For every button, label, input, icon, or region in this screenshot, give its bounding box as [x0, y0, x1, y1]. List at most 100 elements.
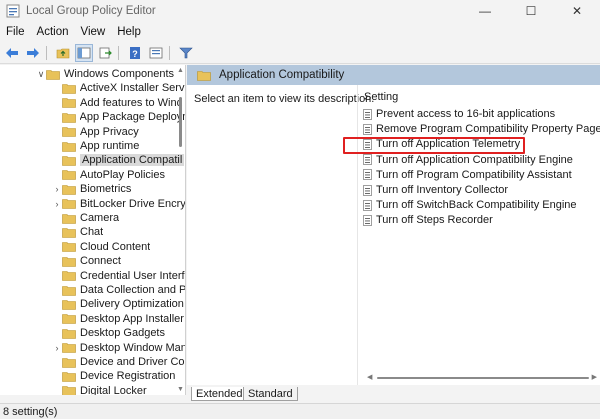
tree-item-label: App runtime: [80, 140, 140, 152]
help-button[interactable]: ?: [126, 44, 144, 62]
tree-item-label: Cloud Content: [80, 240, 151, 253]
group-policy-editor-window: Local Group Policy Editor — ☐ ✕ File Act…: [0, 0, 600, 419]
scroll-right-arrow-icon[interactable]: ▶: [592, 373, 597, 381]
setting-row[interactable]: Remove Program Compatibility Property Pa…: [363, 122, 600, 136]
setting-row[interactable]: Turn off Application Telemetry: [363, 137, 520, 151]
minimize-button[interactable]: —: [462, 0, 508, 22]
policy-setting-icon: [363, 154, 372, 165]
menu-view[interactable]: View: [75, 26, 112, 38]
tab-standard[interactable]: Standard: [243, 387, 298, 401]
expand-chevron-icon[interactable]: ›: [52, 182, 62, 196]
export-list-button[interactable]: [96, 44, 114, 62]
setting-row[interactable]: Turn off Application Compatibility Engin…: [363, 153, 573, 167]
maximize-button[interactable]: ☐: [508, 0, 554, 22]
setting-column-header[interactable]: Setting: [364, 91, 398, 103]
setting-label: Turn off Steps Recorder: [376, 214, 493, 227]
tree-item[interactable]: AutoPlay Policies: [0, 168, 185, 182]
setting-label: Turn off Inventory Collector: [376, 184, 509, 196]
tree-item[interactable]: › BitLocker Drive Encry: [0, 197, 186, 211]
scroll-down-arrow-icon[interactable]: ▼: [177, 386, 184, 393]
properties-icon: [149, 47, 163, 58]
close-button[interactable]: ✕: [554, 0, 600, 22]
tree-item[interactable]: ∨ Windows Components: [0, 67, 185, 81]
tree-item[interactable]: ActiveX Installer Servi: [0, 81, 185, 95]
toolbar-separator: [169, 45, 170, 60]
tree-item[interactable]: Credential User Interf: [0, 269, 185, 283]
tree-item[interactable]: App Package Deploym: [0, 110, 185, 124]
tree-scrollbar[interactable]: ▲ ▼: [177, 67, 184, 393]
svg-text:?: ?: [132, 49, 138, 59]
tree-item-label: Data Collection and P: [79, 284, 186, 296]
properties-button[interactable]: [147, 44, 165, 62]
folder-icon: [62, 285, 76, 296]
menu-action[interactable]: Action: [31, 26, 75, 38]
filter-icon: [179, 47, 193, 58]
tree-item-label: Delivery Optimization: [80, 298, 184, 311]
details-horizontal-scrollbar[interactable]: ◀ ▶: [367, 373, 597, 381]
tab-extended[interactable]: Extended: [191, 387, 248, 401]
pane-divider: [357, 85, 358, 385]
back-arrow-icon: [6, 47, 18, 58]
expand-chevron-icon[interactable]: ∨: [36, 67, 46, 81]
scroll-up-arrow-icon[interactable]: ▲: [177, 67, 184, 74]
folder-icon: [62, 357, 76, 368]
tree-item[interactable]: Desktop App Installer: [0, 312, 185, 326]
menu-file[interactable]: File: [0, 26, 31, 38]
policy-setting-icon: [363, 184, 372, 196]
tree-item[interactable]: Chat: [0, 225, 185, 239]
tree-item-label: App Privacy: [80, 125, 139, 138]
tree-item-label: Add features to Wind: [80, 96, 183, 109]
tree-item[interactable]: App runtime: [0, 139, 185, 153]
up-folder-icon: [56, 48, 70, 58]
tree-item[interactable]: Device Registration: [0, 369, 185, 383]
tree-item[interactable]: Data Collection and P: [0, 283, 186, 297]
setting-row[interactable]: Turn off SwitchBack Compatibility Engine: [363, 198, 577, 212]
tree-item[interactable]: Application Compatil: [0, 153, 185, 167]
scroll-left-arrow-icon[interactable]: ◀: [367, 373, 372, 381]
setting-row[interactable]: Turn off Inventory Collector: [363, 183, 508, 197]
menu-help[interactable]: Help: [111, 26, 147, 38]
tree-item[interactable]: › Biometrics: [0, 182, 185, 196]
folder-icon: [62, 199, 76, 209]
filter-button[interactable]: [177, 44, 195, 62]
tree-item-label: Desktop Gadgets: [80, 327, 165, 340]
folder-icon: [62, 300, 76, 310]
horizontal-scrollbar-thumb[interactable]: [377, 377, 589, 379]
tree-item[interactable]: Delivery Optimization: [0, 297, 185, 311]
show-hide-tree-button[interactable]: [75, 43, 93, 62]
policy-setting-icon: [363, 199, 372, 211]
policy-setting-icon: [363, 123, 372, 135]
tree-item[interactable]: Add features to Wind: [0, 96, 185, 110]
folder-icon: [62, 271, 76, 281]
tree-item[interactable]: Cloud Content: [0, 240, 185, 254]
tree-item[interactable]: App Privacy: [0, 125, 185, 139]
expand-chevron-icon[interactable]: ›: [52, 341, 62, 355]
forward-button[interactable]: [24, 44, 42, 62]
expand-chevron-icon[interactable]: ›: [52, 197, 62, 211]
tree-item[interactable]: Connect: [0, 254, 185, 268]
tree-item[interactable]: › Desktop Window Man: [0, 341, 185, 355]
setting-row[interactable]: Turn off Steps Recorder: [363, 213, 493, 227]
tree-item[interactable]: Desktop Gadgets: [0, 326, 185, 340]
tree-item[interactable]: Digital Locker: [0, 384, 185, 395]
folder-icon: [61, 112, 76, 123]
up-folder-button[interactable]: [54, 44, 72, 62]
setting-row[interactable]: Prevent access to 16-bit applications: [363, 107, 555, 121]
folder-icon: [62, 184, 76, 195]
policy-setting-icon: [363, 169, 372, 181]
back-button[interactable]: [3, 44, 21, 62]
tree-scrollbar-thumb[interactable]: [179, 97, 182, 147]
navigation-tree: Digital Locker Device Registration Device …: [0, 65, 186, 395]
setting-row[interactable]: Turn off Program Compatibility Assistant: [363, 168, 572, 182]
tree-item[interactable]: Camera: [0, 211, 185, 225]
tree-item[interactable]: Device and Driver Co: [0, 355, 185, 369]
